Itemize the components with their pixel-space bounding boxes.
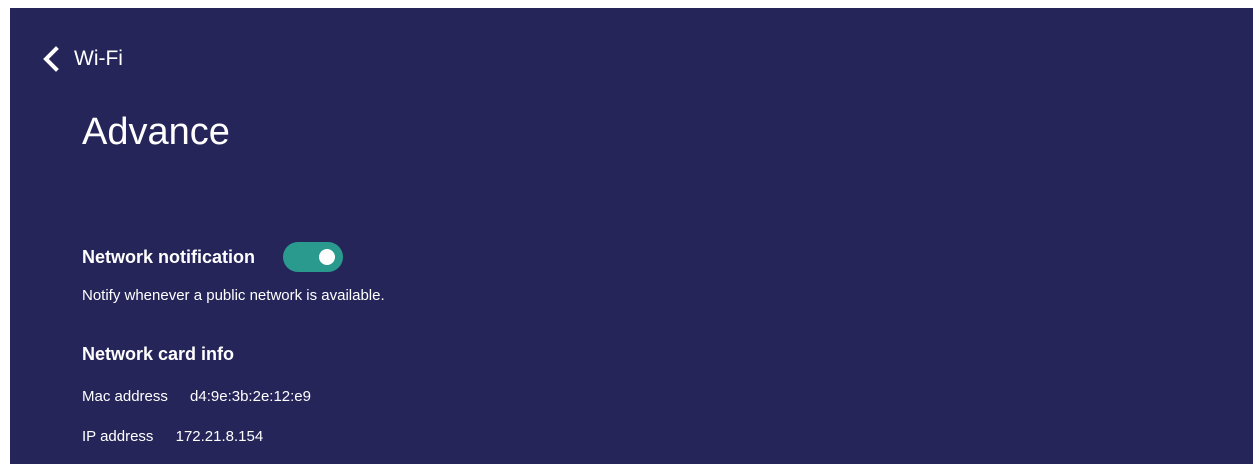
mac-address-label: Mac address [82,388,168,405]
network-notification-row: Network notification [82,242,344,272]
back-label[interactable]: Wi-Fi [74,47,123,71]
page-title: Advance [82,111,230,153]
chevron-left-icon[interactable] [40,46,62,72]
toggle-knob [319,249,336,265]
ip-address-value: 172.21.8.154 [175,428,264,445]
ip-address-label: IP address [82,428,154,445]
network-card-info-title: Network card info [82,344,235,364]
network-notification-description: Notify whenever a public network is avai… [82,287,385,304]
network-notification-toggle[interactable] [283,242,344,272]
mac-address-value: d4:9e:3b:2e:12:e9 [190,388,311,405]
network-notification-title: Network notification [82,246,256,267]
mac-address-row: Mac address d4:9e:3b:2e:12:e9 [82,388,311,405]
ip-address-row: IP address 172.21.8.154 [82,428,263,445]
settings-screen: Wi-Fi Advance Network notification Notif… [10,8,1253,464]
back-button[interactable]: Wi-Fi [40,46,123,72]
